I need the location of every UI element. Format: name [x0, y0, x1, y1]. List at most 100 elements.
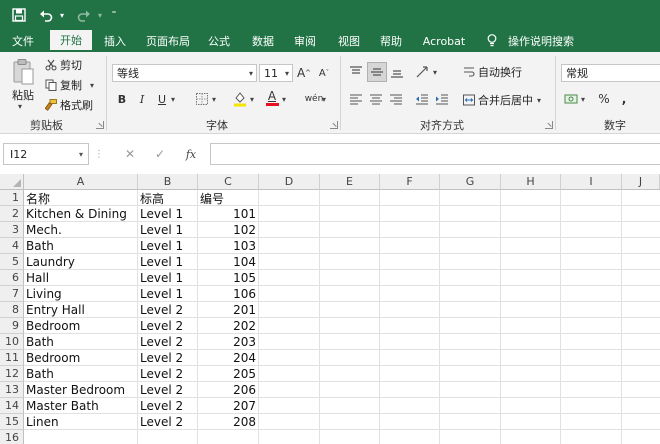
italic-button[interactable]: I	[135, 90, 149, 108]
cell-b12[interactable]: Level 2	[138, 366, 198, 382]
undo-dropdown-icon[interactable]: ▾	[57, 5, 67, 25]
shrink-font-icon[interactable]: Aˇ	[316, 64, 332, 82]
row-header[interactable]: 9	[0, 318, 24, 334]
cell-c4[interactable]: 103	[198, 238, 259, 254]
font-name-select[interactable]: 等线 ▾	[112, 64, 257, 82]
row-header[interactable]: 13	[0, 382, 24, 398]
cell-c7[interactable]: 106	[198, 286, 259, 302]
alignment-launcher-icon[interactable]	[545, 121, 553, 129]
merge-center-button[interactable]: 合并后居中	[478, 92, 533, 108]
tab-review[interactable]: 审阅	[286, 30, 324, 52]
cell-c11[interactable]: 204	[198, 350, 259, 366]
enter-icon[interactable]: ✓	[150, 143, 170, 165]
cell-b5[interactable]: Level 1	[138, 254, 198, 270]
cell-a6[interactable]: Hall	[24, 270, 138, 286]
cut-icon[interactable]	[44, 58, 58, 72]
underline-dropdown-icon[interactable]: ▾	[171, 95, 175, 104]
format-painter-icon[interactable]	[44, 98, 58, 112]
copy-icon[interactable]	[44, 78, 58, 92]
align-center-icon[interactable]	[368, 92, 384, 108]
cell-a13[interactable]: Master Bedroom	[24, 382, 138, 398]
copy-button[interactable]: 复制	[60, 78, 82, 92]
bold-button[interactable]: B	[114, 90, 130, 108]
cell-c8[interactable]: 201	[198, 302, 259, 318]
cell-b9[interactable]: Level 2	[138, 318, 198, 334]
column-header-d[interactable]: D	[259, 174, 320, 190]
phonetic-dropdown-icon[interactable]: ▾	[322, 95, 326, 104]
redo-dropdown-icon[interactable]: ▾	[95, 5, 105, 25]
cell-c9[interactable]: 202	[198, 318, 259, 334]
tab-data[interactable]: 数据	[244, 30, 282, 52]
font-size-select[interactable]: 11 ▾	[259, 64, 293, 82]
row-header[interactable]: 12	[0, 366, 24, 382]
row-header[interactable]: 11	[0, 350, 24, 366]
cell-b10[interactable]: Level 2	[138, 334, 198, 350]
row-header[interactable]: 8	[0, 302, 24, 318]
row-header[interactable]: 5	[0, 254, 24, 270]
cell-a8[interactable]: Entry Hall	[24, 302, 138, 318]
worksheet-grid[interactable]: A B C D E F G H I J 1 名称 标高 编号 2 Kitchen…	[0, 174, 660, 444]
comma-button[interactable]: ,	[618, 91, 630, 107]
cell-a3[interactable]: Mech.	[24, 222, 138, 238]
tab-acrobat[interactable]: Acrobat	[418, 30, 470, 52]
merge-dropdown-icon[interactable]: ▾	[537, 96, 541, 105]
cell-c15[interactable]: 208	[198, 414, 259, 430]
select-all-button[interactable]	[0, 174, 24, 190]
cell-a14[interactable]: Master Bath	[24, 398, 138, 414]
save-icon[interactable]	[8, 5, 30, 25]
undo-icon[interactable]	[36, 5, 56, 25]
tab-file[interactable]: 文件	[4, 30, 42, 52]
column-header-f[interactable]: F	[380, 174, 440, 190]
bottom-align-icon[interactable]	[389, 64, 405, 80]
tab-home[interactable]: 开始	[50, 30, 92, 52]
copy-dropdown-icon[interactable]: ▾	[90, 81, 94, 90]
column-header-g[interactable]: G	[440, 174, 501, 190]
cell-a12[interactable]: Bath	[24, 366, 138, 382]
fill-color-dropdown-icon[interactable]: ▾	[250, 95, 254, 104]
redo-icon[interactable]	[74, 5, 94, 25]
column-header-c[interactable]: C	[198, 174, 259, 190]
column-header-b[interactable]: B	[138, 174, 198, 190]
percent-button[interactable]: %	[596, 91, 612, 107]
row-header[interactable]: 16	[0, 430, 24, 444]
cell-c2[interactable]: 101	[198, 206, 259, 222]
cell-b1[interactable]: 标高	[138, 190, 198, 206]
currency-icon[interactable]	[563, 91, 579, 107]
increase-indent-icon[interactable]	[434, 92, 450, 108]
cell-b4[interactable]: Level 1	[138, 238, 198, 254]
tab-view[interactable]: 视图	[330, 30, 368, 52]
tab-page-layout[interactable]: 页面布局	[140, 30, 196, 52]
cell-c13[interactable]: 206	[198, 382, 259, 398]
cancel-icon[interactable]: ✕	[120, 143, 140, 165]
cell-b3[interactable]: Level 1	[138, 222, 198, 238]
row-header[interactable]: 2	[0, 206, 24, 222]
underline-button[interactable]: U	[155, 90, 169, 108]
tab-formulas[interactable]: 公式	[200, 30, 238, 52]
row-header[interactable]: 4	[0, 238, 24, 254]
clipboard-launcher-icon[interactable]	[96, 121, 104, 129]
cell-a9[interactable]: Bedroom	[24, 318, 138, 334]
cell-b2[interactable]: Level 1	[138, 206, 198, 222]
column-header-i[interactable]: I	[561, 174, 622, 190]
merge-center-icon[interactable]	[462, 92, 476, 108]
cell-b8[interactable]: Level 2	[138, 302, 198, 318]
paste-icon[interactable]	[10, 58, 36, 86]
fill-color-icon[interactable]	[232, 90, 248, 108]
borders-dropdown-icon[interactable]: ▾	[212, 95, 216, 104]
cell-a2[interactable]: Kitchen & Dining	[24, 206, 138, 222]
row-header[interactable]: 7	[0, 286, 24, 302]
cell-a1[interactable]: 名称	[24, 190, 138, 206]
tell-me-search[interactable]: 操作说明搜索	[503, 30, 579, 52]
font-color-dropdown-icon[interactable]: ▾	[282, 95, 286, 104]
align-right-icon[interactable]	[388, 92, 404, 108]
tab-insert[interactable]: 插入	[96, 30, 134, 52]
cut-button[interactable]: 剪切	[60, 58, 82, 72]
column-header-e[interactable]: E	[320, 174, 380, 190]
cell-c1[interactable]: 编号	[198, 190, 259, 206]
cell-a5[interactable]: Laundry	[24, 254, 138, 270]
decrease-indent-icon[interactable]	[414, 92, 430, 108]
orientation-dropdown-icon[interactable]: ▾	[433, 68, 437, 77]
cell-a10[interactable]: Bath	[24, 334, 138, 350]
cell-c3[interactable]: 102	[198, 222, 259, 238]
top-align-icon[interactable]	[348, 64, 364, 80]
